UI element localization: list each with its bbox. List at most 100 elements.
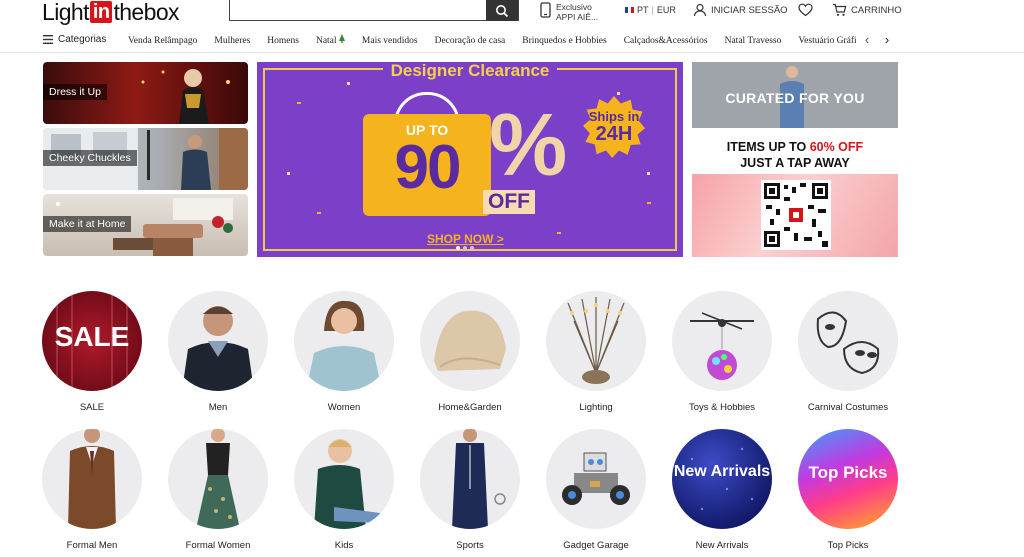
promo-tile-dress-it-up[interactable]: Dress it Up bbox=[43, 62, 248, 124]
off-label: OFF bbox=[483, 190, 535, 214]
app-discount-line2: JUST A TAP AWAY bbox=[740, 156, 850, 170]
ships-line2: 24H bbox=[595, 123, 633, 145]
category-sports[interactable]: Sports bbox=[415, 429, 525, 551]
new-arrivals-word: New Arrivals bbox=[673, 463, 771, 480]
nav-item-venda-relampago[interactable]: Venda Relâmpago bbox=[128, 36, 197, 46]
promo-tile-cheeky-chuckles[interactable]: Cheeky Chuckles bbox=[43, 128, 248, 190]
mask-photo bbox=[816, 311, 880, 375]
category-label: New Arrivals bbox=[695, 540, 749, 551]
category-kids[interactable]: Kids bbox=[289, 429, 399, 551]
sale-word: SALE bbox=[54, 321, 130, 352]
category-lighting-image bbox=[546, 291, 646, 391]
language-label: PT bbox=[637, 5, 649, 15]
nav-item-natal-label: Natal bbox=[315, 36, 337, 46]
logo-text-left: Light bbox=[42, 0, 89, 25]
category-women[interactable]: Women bbox=[289, 291, 399, 413]
app-qr-banner[interactable] bbox=[692, 174, 898, 257]
category-sale-image: SALE bbox=[42, 291, 142, 391]
category-top-picks[interactable]: Top Picks Top Picks bbox=[793, 429, 903, 551]
search-button[interactable] bbox=[486, 0, 518, 21]
category-label: Gadget Garage bbox=[563, 540, 629, 551]
drone-ball-photo bbox=[690, 312, 754, 380]
category-label: Sports bbox=[456, 540, 484, 551]
nav-item-brinquedos[interactable]: Brinquedos e Hobbies bbox=[522, 36, 606, 46]
category-toys-hobbies-image bbox=[672, 291, 772, 391]
promo-tile-make-it-at-home[interactable]: Make it at Home bbox=[43, 194, 248, 256]
app-discount-highlight: 60% OFF bbox=[809, 140, 864, 154]
category-lighting[interactable]: Lighting bbox=[541, 291, 651, 413]
category-formal-women[interactable]: Formal Women bbox=[163, 429, 273, 551]
login-link[interactable]: INICIAR SESSÃO bbox=[693, 3, 788, 17]
nav-item-mulheres[interactable]: Mulheres bbox=[214, 36, 250, 46]
app-discount-line1: ITEMS UP TO 60% OFF bbox=[692, 139, 898, 155]
nav-item-homens[interactable]: Homens bbox=[267, 36, 299, 46]
category-new-arrivals[interactable]: New Arrivals New Arrivals bbox=[667, 429, 777, 551]
shop-now-link[interactable]: SHOP NOW > bbox=[427, 232, 504, 246]
category-top-picks-image: Top Picks bbox=[798, 429, 898, 529]
logo-text-right: thebox bbox=[113, 0, 179, 25]
banner-title: Designer Clearance bbox=[382, 62, 558, 80]
category-formal-men[interactable]: Formal Men bbox=[37, 429, 147, 551]
category-formal-women-image bbox=[168, 429, 268, 529]
nav-item-mais-vendidos[interactable]: Mais vendidos bbox=[362, 36, 418, 46]
categories-label: Categorias bbox=[58, 34, 107, 45]
app-discount-prefix: ITEMS UP TO bbox=[726, 140, 810, 154]
top-header: Light in thebox Exclusivo APPI AIÊ... PT… bbox=[0, 0, 1024, 28]
category-label: Carnival Costumes bbox=[807, 402, 889, 413]
app-promo-text: Exclusivo APPI AIÊ... bbox=[556, 2, 599, 22]
tile-caption: Dress it Up bbox=[43, 84, 107, 100]
heart-icon bbox=[798, 3, 813, 17]
percent-sign: % bbox=[489, 95, 568, 194]
wishlist-button[interactable] bbox=[798, 3, 813, 22]
app-download-promo[interactable]: Exclusivo APPI AIÊ... bbox=[540, 2, 606, 22]
category-women-image bbox=[294, 291, 394, 391]
category-carnival-costumes-image bbox=[798, 291, 898, 391]
category-kids-image bbox=[294, 429, 394, 529]
carousel-dot[interactable] bbox=[456, 246, 460, 250]
cart-label: CARRINHO bbox=[851, 4, 902, 16]
category-home-garden-image bbox=[420, 291, 520, 391]
nav-item-vestuario[interactable]: Vestuário Gráfi bbox=[798, 36, 856, 46]
men-photo bbox=[182, 306, 254, 391]
ships-line1: Ships in bbox=[588, 109, 640, 124]
curated-for-you-banner[interactable]: CURATED FOR YOU bbox=[692, 62, 898, 128]
category-carnival-costumes[interactable]: Carnival Costumes bbox=[793, 291, 903, 413]
category-home-garden[interactable]: Home&Garden bbox=[415, 291, 525, 413]
search-bar bbox=[229, 0, 519, 21]
currency-label: EUR bbox=[656, 5, 676, 15]
nav-item-calcados[interactable]: Calçados&Acessórios bbox=[624, 36, 708, 46]
category-toys-hobbies[interactable]: Toys & Hobbies bbox=[667, 291, 777, 413]
cart-link[interactable]: CARRINHO bbox=[832, 3, 902, 17]
carousel-dots bbox=[456, 246, 474, 250]
nav-item-natal[interactable]: Natal bbox=[316, 34, 345, 46]
nav-item-natal-travesso[interactable]: Natal Travesso bbox=[725, 36, 782, 46]
separator: | bbox=[651, 5, 654, 15]
curated-label: CURATED FOR YOU bbox=[725, 90, 865, 106]
nav-item-decoracao[interactable]: Decoração de casa bbox=[435, 36, 506, 46]
nav-items-strip: Venda Relâmpago Mulheres Homens Natal Mais … bbox=[128, 34, 856, 46]
discount-amount: 90 bbox=[394, 133, 462, 202]
tile-caption: Make it at Home bbox=[43, 216, 132, 232]
search-input[interactable] bbox=[230, 0, 488, 20]
category-label: Home&Garden bbox=[438, 402, 502, 413]
category-label: Kids bbox=[334, 540, 354, 551]
women-photo bbox=[306, 300, 382, 391]
carousel-dot[interactable] bbox=[470, 246, 474, 250]
category-label: Toys & Hobbies bbox=[688, 402, 755, 413]
nav-prev-arrow-icon[interactable]: ‹ bbox=[861, 32, 873, 47]
category-new-arrivals-image: New Arrivals bbox=[672, 429, 772, 529]
tree-icon bbox=[338, 34, 345, 43]
category-sale[interactable]: SALE SALE bbox=[37, 291, 147, 413]
phone-icon bbox=[540, 2, 551, 18]
nav-next-arrow-icon[interactable]: › bbox=[881, 32, 893, 47]
carousel-dot[interactable] bbox=[463, 246, 467, 250]
dress-photo bbox=[196, 429, 240, 529]
category-gadget-garage[interactable]: Gadget Garage bbox=[541, 429, 651, 551]
category-label: SALE bbox=[79, 402, 105, 413]
designer-clearance-banner[interactable]: Designer Clearance UP TO 90 % OFF Ships … bbox=[257, 62, 683, 257]
site-logo[interactable]: Light in thebox bbox=[42, 0, 180, 25]
category-formal-men-image bbox=[42, 429, 142, 529]
category-men[interactable]: Men bbox=[163, 291, 273, 413]
language-currency-selector[interactable]: PT | EUR bbox=[625, 5, 676, 15]
categories-menu-button[interactable]: Categorias bbox=[43, 34, 106, 45]
